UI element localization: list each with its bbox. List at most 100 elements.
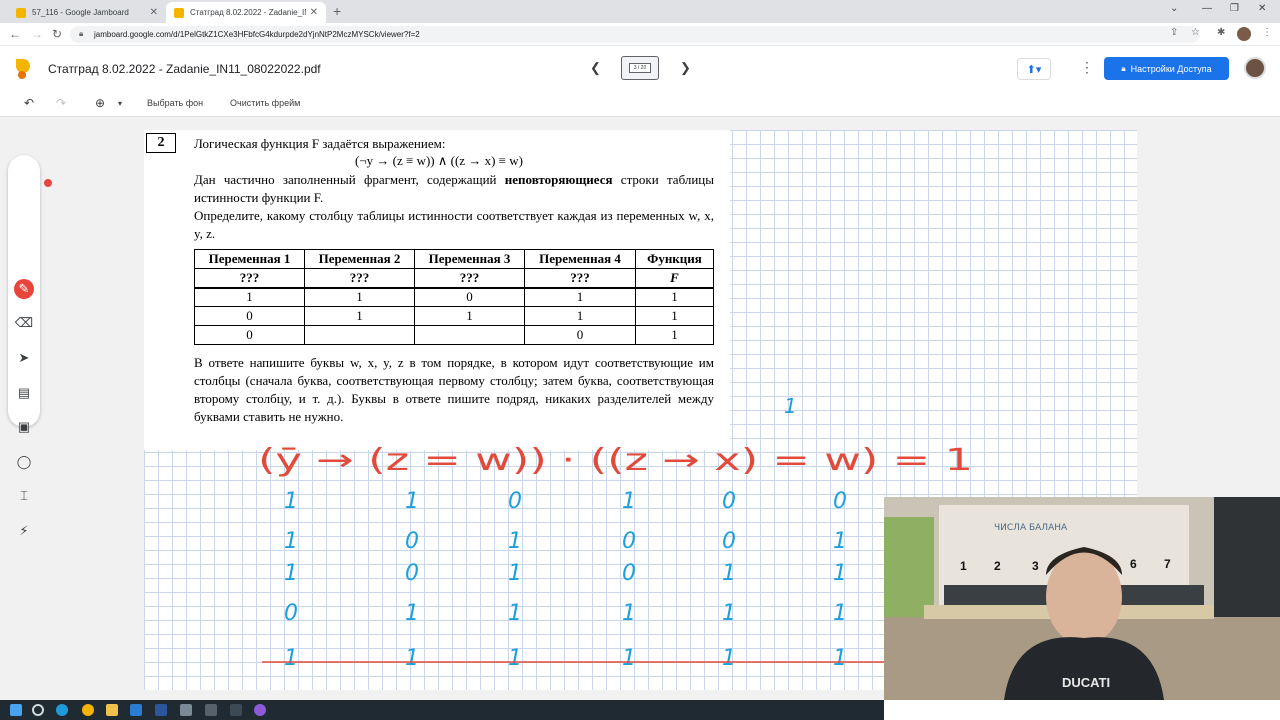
chevron-down-icon[interactable]: ⌄: [1170, 3, 1178, 14]
para1-bold: неповторяющиеся: [504, 172, 613, 187]
select-icon[interactable]: ➤: [14, 348, 34, 368]
table-cell: 1: [635, 287, 714, 307]
edge-icon[interactable]: [56, 704, 68, 716]
task-intro: Логическая функция F задаётся выражением…: [194, 136, 446, 151]
frame-selector[interactable]: 3 / 20: [621, 56, 659, 80]
zoom-icon[interactable]: ⊕: [95, 96, 105, 110]
jamboard-logo-icon: [16, 59, 30, 79]
more-options-icon[interactable]: ⋮: [1080, 59, 1094, 76]
table-cell: 1: [304, 306, 415, 326]
zoom-dropdown-icon[interactable]: ▾: [118, 99, 122, 108]
truth-table: Переменная 1 Переменная 2 Переменная 3 П…: [194, 249, 714, 345]
avatar[interactable]: [1237, 27, 1251, 41]
tab-title: 57_116 - Google Jamboard: [32, 8, 129, 17]
task-paragraph-2: Определите, какому столбцу таблицы истин…: [194, 208, 714, 241]
restore-icon[interactable]: ❐: [1230, 3, 1239, 14]
image-icon[interactable]: ▣: [14, 417, 34, 437]
poster-text: ЧИСЛА БАЛАНА: [994, 523, 1068, 533]
drawing-tools-panel: ✎ ⌫ ➤ ▤ ▣ ◯ ⌶ ⚡︎: [8, 155, 40, 538]
extensions-icon[interactable]: ✱: [1217, 27, 1225, 38]
table-cell: 1: [304, 287, 415, 307]
url-field[interactable]: 🔒︎ jamboard.google.com/d/1PelGtkZ1CXe3HF…: [70, 26, 1200, 43]
number-label: 3: [1032, 559, 1039, 573]
number-label: 1: [960, 559, 967, 573]
laser-icon[interactable]: ⚡︎: [14, 521, 34, 541]
previous-frame-icon[interactable]: ❮: [590, 60, 601, 76]
share-page-icon[interactable]: ⇪: [1170, 27, 1178, 38]
browser-tab-strip: 57_116 - Google Jamboard ✕ Статград 8.02…: [0, 0, 1280, 23]
url-text: jamboard.google.com/d/1PelGtkZ1CXe3HFbfc…: [94, 30, 420, 39]
table-subheader: ???: [524, 268, 636, 289]
store-icon[interactable]: [130, 704, 142, 716]
jamboard-favicon: [174, 7, 184, 18]
table-cell: 0: [194, 325, 305, 345]
address-bar: ← → ↻ 🔒︎ jamboard.google.com/d/1PelGtkZ1…: [0, 23, 1280, 46]
next-frame-icon[interactable]: ❯: [680, 60, 691, 76]
table-cell: 0: [414, 287, 525, 307]
table-row: 0 1 1 1 1: [194, 306, 714, 326]
table-header: Переменная 4: [524, 249, 636, 269]
task-paragraph-3: В ответе напишите буквы w, x, y, z в том…: [194, 355, 714, 424]
close-tab-icon[interactable]: ✕: [310, 7, 318, 18]
pen-color-indicator[interactable]: [44, 179, 52, 187]
table-cell: 1: [194, 287, 305, 307]
table-cell: 1: [524, 306, 636, 326]
table-row: 1 1 0 1 1: [194, 287, 714, 307]
table-cell: [304, 325, 415, 345]
shirt-text: DUCATI: [1062, 675, 1111, 690]
tab-title: Статград 8.02.2022 - Zadanie_IN11: [190, 8, 306, 17]
table-cell: 0: [194, 306, 305, 326]
undo-icon[interactable]: ↶: [24, 96, 34, 110]
minimize-icon[interactable]: —: [1202, 3, 1212, 14]
file-explorer-icon[interactable]: [106, 704, 118, 716]
present-button[interactable]: ⬆︎▾: [1017, 58, 1051, 80]
jamboard-header: Статград 8.02.2022 - Zadanie_IN11_080220…: [0, 47, 1280, 91]
circle-icon[interactable]: ◯: [14, 452, 34, 472]
table-header: Переменная 1: [194, 249, 305, 269]
browser-tab-1[interactable]: 57_116 - Google Jamboard ✕: [8, 2, 166, 23]
chrome-icon[interactable]: [82, 704, 94, 716]
forward-icon[interactable]: →: [31, 27, 43, 41]
obs-icon[interactable]: [254, 704, 266, 716]
app-icon[interactable]: [180, 704, 192, 716]
table-cell: 1: [635, 306, 714, 326]
jamboard-favicon: [16, 7, 26, 18]
webcam-video: [884, 497, 1280, 700]
redo-icon[interactable]: ↷: [56, 96, 66, 110]
search-icon[interactable]: [32, 704, 44, 716]
task-paragraph-1: Дан частично заполненный фрагмент, содер…: [194, 171, 714, 207]
table-subheader: F: [635, 268, 714, 289]
text-box-icon[interactable]: ⌶: [14, 486, 34, 506]
menu-icon[interactable]: ⋮: [1262, 27, 1272, 38]
webcam-overlay: ЧИСЛА БАЛАНА 1 2 3 6 7 DUCATI: [884, 497, 1280, 700]
close-tab-icon[interactable]: ✕: [150, 7, 158, 18]
task-number: 2: [146, 133, 176, 153]
table-header: Переменная 2: [304, 249, 415, 269]
pen-icon[interactable]: ✎: [14, 279, 34, 299]
jamboard-toolbar: ↶ ↷ ⊕ ▾ Выбрать фон Очистить фрейм: [0, 91, 1280, 117]
number-label: 7: [1164, 557, 1171, 571]
app-icon[interactable]: [205, 704, 217, 716]
sticky-note-icon[interactable]: ▤: [14, 383, 34, 403]
browser-tab-2[interactable]: Статград 8.02.2022 - Zadanie_IN11 ✕: [166, 2, 326, 23]
app-icon[interactable]: [230, 704, 242, 716]
access-button-label: Настройки Доступа: [1130, 63, 1212, 74]
eraser-icon[interactable]: ⌫: [14, 313, 34, 333]
windows-start-icon[interactable]: [10, 704, 22, 716]
new-tab-icon[interactable]: +: [333, 3, 341, 19]
task-formula: (¬y → (z ≡ w)) ∧ ((z → x) ≡ w): [355, 153, 523, 168]
lock-icon: 🔒︎: [79, 29, 84, 38]
reload-icon[interactable]: ↻: [52, 27, 62, 41]
table-cell: 1: [635, 325, 714, 345]
word-icon[interactable]: [155, 704, 167, 716]
back-icon[interactable]: ←: [9, 27, 21, 41]
present-icon: ⬆︎▾: [1026, 63, 1042, 76]
access-settings-button[interactable]: 🔒︎ Настройки Доступа: [1104, 57, 1229, 80]
set-background-button[interactable]: Выбрать фон: [147, 98, 203, 108]
number-label: 2: [994, 559, 1001, 573]
star-icon[interactable]: ☆: [1191, 27, 1200, 38]
user-avatar[interactable]: [1244, 57, 1266, 79]
document-title: Статград 8.02.2022 - Zadanie_IN11_080220…: [48, 62, 321, 76]
close-window-icon[interactable]: ✕: [1258, 3, 1266, 14]
clear-frame-button[interactable]: Очистить фрейм: [230, 98, 300, 108]
